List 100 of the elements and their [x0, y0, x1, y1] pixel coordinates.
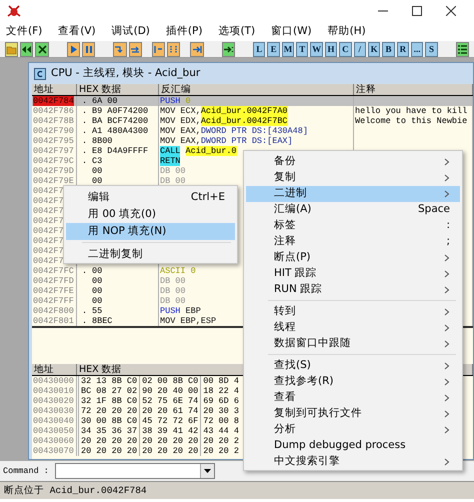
hex-bytes: 20 30 3: [200, 406, 241, 416]
menu-item[interactable]: 二进制复制: [66, 246, 235, 263]
address-text: 0042F784: [33, 96, 74, 106]
hex-bytes: 00: [92, 266, 102, 276]
address-text: 0042F7FD: [33, 276, 74, 286]
address-text: 0042F7: [33, 226, 64, 236]
address-text: 0042F7: [33, 186, 64, 196]
close-icon[interactable]: [446, 6, 456, 16]
hex-bytes: 43 44 4: [200, 426, 241, 436]
toolbar-letter-button[interactable]: /: [354, 42, 366, 56]
menu-item[interactable]: 调试(D): [110, 22, 152, 40]
row-marker: .: [81, 266, 88, 276]
address-text: 0042F7: [33, 256, 64, 266]
step-into-button[interactable]: [113, 42, 127, 56]
instruction-mnemonic: ASCII 0: [160, 266, 196, 276]
column-header: 反汇编: [159, 84, 354, 95]
menu-item[interactable]: 用 NOP 填充(N): [66, 223, 235, 240]
bug-icon: [6, 4, 22, 18]
trace-over-button[interactable]: [167, 42, 180, 56]
address-text: 0042F79C: [33, 156, 74, 166]
menu-item[interactable]: 插件(P): [164, 22, 204, 40]
go-to-button[interactable]: [222, 42, 235, 56]
menu-item[interactable]: 查看: [246, 390, 460, 406]
toolbar-letter-button[interactable]: W: [310, 42, 323, 56]
toolbar-letter-button[interactable]: K: [368, 42, 380, 56]
address-text: 0042F795: [33, 136, 74, 146]
address-text: 0042F7FE: [33, 286, 74, 296]
instruction-mnemonic: MOV EDX,: [160, 116, 201, 126]
step-into-icon: [114, 44, 126, 54]
instruction-mnemonic: DB 00: [160, 286, 186, 296]
address-text: 0042F79E: [33, 176, 74, 186]
open-icon: [6, 44, 18, 54]
instruction-mnemonic: MOV EAX,: [160, 136, 201, 146]
disasm-row[interactable]: 0042F78B . BA BCF74200 MOV EDX,Acid_bur.0042F7BC Welcome to this Newbie: [32, 116, 473, 126]
instruction-operand: EBP: [186, 306, 201, 316]
toolbar-letter-button[interactable]: M: [282, 42, 294, 56]
hex-bytes: 00 8D 4: [200, 376, 241, 386]
hex-bytes: 00: [92, 286, 102, 296]
trace-over-icon: [168, 44, 180, 54]
menu-item[interactable]: 中文搜索引擎: [246, 454, 460, 470]
instruction-mnemonic: PUSH: [160, 96, 180, 106]
menu-item[interactable]: 帮助(H): [326, 22, 368, 40]
toolbar-letter-button[interactable]: C: [339, 42, 352, 56]
menu-item[interactable]: 分析: [246, 422, 460, 438]
comment-text: Welcome to this Newbie: [355, 116, 468, 126]
menu-item[interactable]: 查找参考(R): [246, 374, 460, 390]
rewind-button[interactable]: [20, 42, 34, 56]
menu-item[interactable]: 编辑 Ctrl+E: [66, 189, 235, 206]
hex-bytes: 02 00 8B C0: [139, 376, 200, 386]
menu-item[interactable]: 数据窗口中跟随: [246, 336, 460, 352]
address-text: 00430010: [33, 386, 74, 396]
row-marker: .: [81, 126, 88, 136]
step-over-icon: [130, 44, 141, 54]
toolbar-letter-button[interactable]: L: [253, 42, 266, 56]
toolbar-letter-button[interactable]: B: [382, 42, 395, 56]
toolbar-letter-button[interactable]: E: [267, 42, 280, 56]
menu-item[interactable]: 选项(T): [216, 22, 258, 40]
menu-item[interactable]: 用 00 填充(0): [66, 206, 235, 223]
play-button[interactable]: [66, 42, 80, 56]
menu-item[interactable]: 文件(F): [4, 22, 44, 40]
menu-item[interactable]: 复制到可执行文件: [246, 406, 460, 422]
menu-item[interactable]: 二进制: [246, 186, 460, 202]
command-combo-box[interactable]: [54, 463, 215, 479]
hex-bytes: E8 D4A9FFFF: [92, 146, 148, 156]
menu-item[interactable]: 汇编(A) Space: [246, 202, 460, 218]
step-over-button[interactable]: [128, 42, 142, 56]
hex-bytes: 72 00 8: [200, 416, 241, 426]
run-to-return-button[interactable]: [190, 42, 204, 56]
menu-item[interactable]: 窗口(W): [269, 22, 314, 40]
hex-bytes: 8B00: [92, 136, 112, 146]
toolbar-letter-button[interactable]: H: [324, 42, 338, 56]
row-marker: .: [81, 96, 88, 106]
toolbar-letter-button[interactable]: ...: [411, 42, 424, 56]
hex-bytes: 20 20 2: [200, 446, 241, 456]
menu-item[interactable]: 注释 ;: [246, 234, 460, 250]
hex-bytes: 20 20 2: [200, 436, 241, 446]
disasm-row[interactable]: 0042F784 . 6A 00 PUSH 0: [32, 96, 473, 106]
instruction-mnemonic: PUSH: [160, 306, 180, 316]
hex-bytes: BA BCF74200: [92, 116, 148, 126]
pause-button[interactable]: [82, 42, 96, 56]
close-icon: [36, 44, 48, 54]
close-button[interactable]: [35, 42, 49, 56]
trace-into-button[interactable]: [152, 42, 166, 56]
disasm-row[interactable]: 0042F790 . A1 480A4300 MOV EAX,DWORD PTR DS:[430A48]: [32, 126, 473, 136]
pause-icon: [83, 44, 94, 54]
menu-item[interactable]: 标签 :: [246, 218, 460, 234]
toolbar-letter-button[interactable]: S: [425, 42, 438, 56]
hex-bytes: 00: [92, 176, 102, 186]
hex-bytes: 34 35 36 37: [78, 426, 140, 436]
dropdown-arrow-icon[interactable]: [204, 469, 211, 473]
hex-bytes: 52 75 6E 74: [139, 396, 200, 406]
toolbar-letter-button[interactable]: R: [396, 42, 409, 56]
toolbar-letter-button[interactable]: T: [296, 42, 308, 56]
maximize-icon[interactable]: [412, 6, 422, 16]
menu-item[interactable]: 断点(P): [246, 250, 460, 266]
menu-item[interactable]: 查看(V): [56, 22, 98, 40]
column-header: 地址: [32, 364, 77, 375]
rewind-icon: [21, 44, 32, 54]
menu-item[interactable]: Dump debugged process: [246, 438, 460, 454]
list-button[interactable]: [456, 42, 470, 56]
